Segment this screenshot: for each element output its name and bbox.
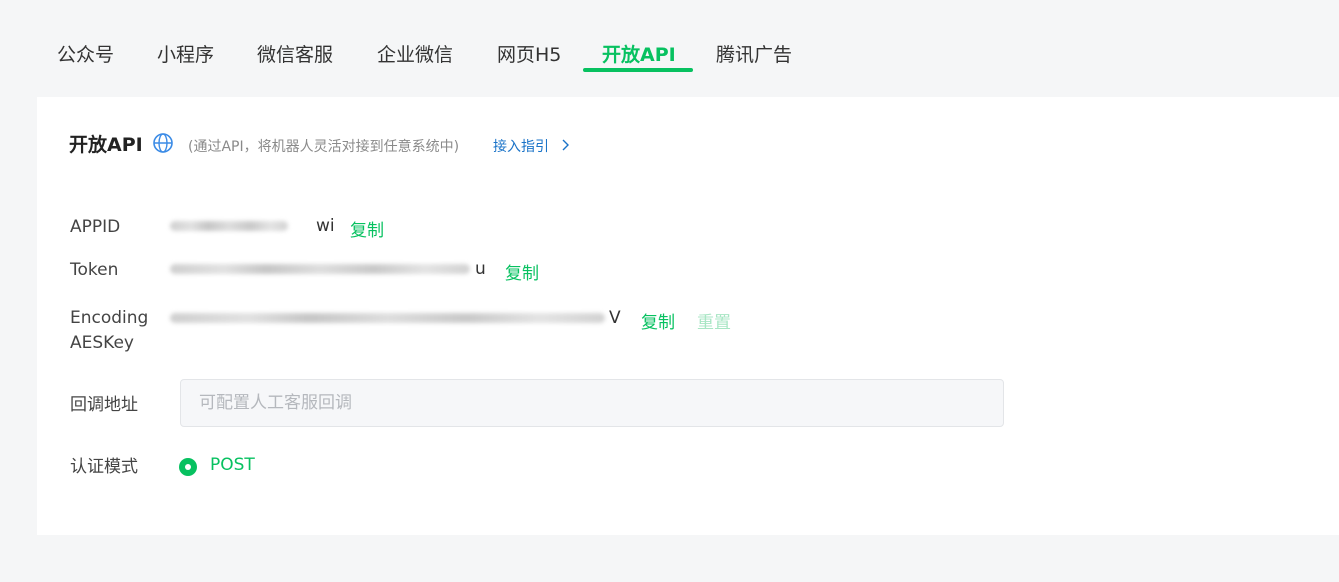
appid-value-masked [170, 221, 288, 231]
token-value-masked [170, 264, 470, 274]
channel-tabs: 公众号 小程序 微信客服 企业微信 网页H5 开放API 腾讯广告 [0, 0, 1339, 97]
appid-label: APPID [70, 217, 121, 237]
open-api-panel: 开放API (通过API，将机器人灵活对接到任意系统中) 接入指引 APPID … [37, 97, 1339, 535]
tab-miniprogram[interactable]: 小程序 [157, 40, 214, 67]
appid-copy-button[interactable]: 复制 [350, 216, 384, 241]
callback-url-input[interactable] [180, 379, 1004, 427]
chevron-right-icon[interactable] [560, 138, 570, 152]
post-radio-button[interactable] [179, 458, 197, 476]
post-radio-label[interactable]: POST [210, 455, 255, 475]
tab-gongzhonghao[interactable]: 公众号 [57, 40, 114, 67]
token-value-tail: u [475, 259, 486, 279]
callback-label: 回调地址 [70, 395, 138, 415]
tab-wecom[interactable]: 企业微信 [377, 40, 453, 67]
panel-title: 开放API [69, 134, 143, 156]
auth-mode-label: 认证模式 [70, 457, 138, 477]
tab-wechat-service[interactable]: 微信客服 [257, 40, 333, 67]
aeskey-reset-button[interactable]: 重置 [697, 308, 731, 333]
aeskey-value-masked [170, 313, 605, 323]
aeskey-copy-button[interactable]: 复制 [641, 308, 675, 333]
token-label: Token [70, 260, 119, 280]
active-tab-indicator [583, 68, 693, 72]
tab-open-api[interactable]: 开放API [602, 40, 676, 67]
appid-value-tail: wi [316, 216, 335, 236]
tab-web-h5[interactable]: 网页H5 [497, 40, 561, 67]
aeskey-label-line2: AESKey [70, 333, 134, 353]
token-copy-button[interactable]: 复制 [505, 259, 539, 284]
globe-icon [153, 133, 173, 153]
tab-tencent-ads[interactable]: 腾讯广告 [716, 40, 792, 67]
panel-description: (通过API，将机器人灵活对接到任意系统中) [188, 139, 460, 155]
integration-guide-link[interactable]: 接入指引 [493, 136, 549, 156]
aeskey-label-line1: Encoding [70, 308, 149, 328]
aeskey-value-tail: V [609, 308, 621, 328]
